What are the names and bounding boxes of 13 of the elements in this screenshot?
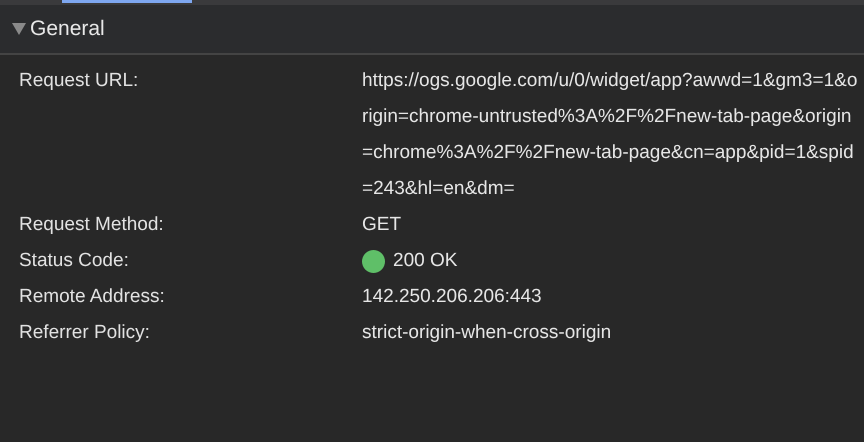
field-value: strict-origin-when-cross-origin [362, 321, 612, 345]
field-label: Request Method: [19, 213, 165, 237]
field-value: https://ogs.google.com/u/0/widget/app?awwd=1&gm3=1&origin=chrome-untrusted%3A%2F%2Fnew-tab-page&origin=chrome%3A%2F%2Fnew-tab-page&cn=app&pid=1&spid=243&hl=en&dm= [362, 69, 858, 201]
field-label: Request URL: [19, 69, 140, 93]
field-label: Remote Address: [19, 285, 166, 309]
field-value: 200 OK [393, 249, 458, 273]
section-header[interactable]: General [0, 5, 864, 55]
field-value: GET [362, 213, 402, 237]
field-label: Status Code: [19, 249, 130, 273]
triangle-icon [12, 23, 26, 35]
field-value: 142.250.206.206:443 [362, 285, 543, 309]
field-label: Referrer Policy: [19, 321, 151, 345]
section-title: General [30, 17, 105, 41]
